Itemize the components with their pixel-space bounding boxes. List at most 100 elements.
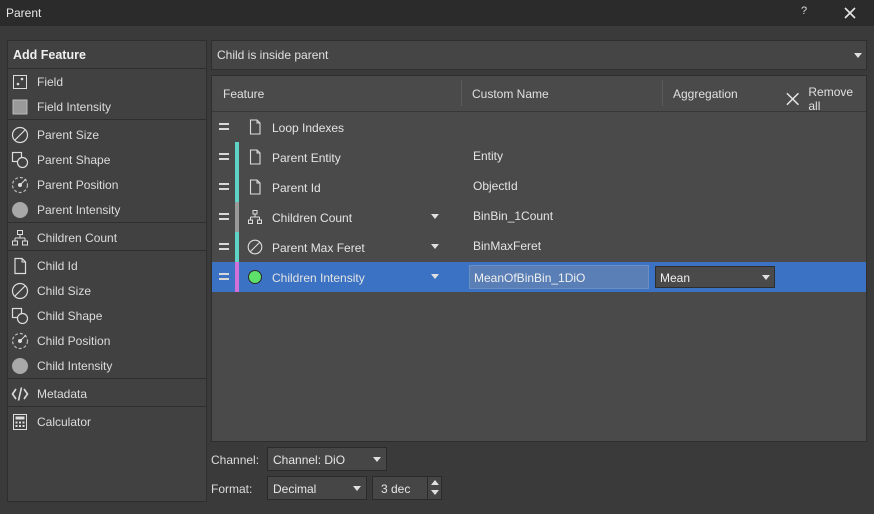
add-feature-field-intensity[interactable]: Field Intensity xyxy=(8,94,206,119)
add-feature-label: Parent Size xyxy=(37,127,100,142)
custom-name[interactable]: BinMaxFeret xyxy=(473,239,541,253)
add-feature-field[interactable]: Field xyxy=(8,69,206,94)
chevron-down-icon xyxy=(353,486,361,491)
add-feature-parent-intensity[interactable]: Parent Intensity xyxy=(8,197,206,222)
table-row-selected[interactable]: Children Intensity MeanOfBinBin_1DiO Mea… xyxy=(212,262,866,292)
spin-up-icon[interactable] xyxy=(431,480,439,485)
document-icon xyxy=(249,179,261,195)
document-icon xyxy=(249,119,261,135)
format-select[interactable]: Decimal xyxy=(267,476,367,500)
hierarchy-icon xyxy=(11,229,29,247)
color-bar xyxy=(235,172,239,202)
add-feature-child-id[interactable]: Child Id xyxy=(8,253,206,278)
custom-name[interactable]: BinBin_1Count xyxy=(473,209,553,223)
position-icon xyxy=(11,176,29,194)
custom-name[interactable]: ObjectId xyxy=(473,179,518,193)
drag-handle-icon[interactable] xyxy=(219,123,229,130)
intensity-icon xyxy=(248,270,262,284)
decimals-spinbox[interactable]: 3 dec xyxy=(372,476,442,500)
color-bar xyxy=(235,202,239,232)
spin-down-icon[interactable] xyxy=(431,490,439,495)
size-icon xyxy=(11,126,29,144)
size-icon xyxy=(247,239,263,255)
document-icon xyxy=(11,257,29,275)
calculator-icon xyxy=(11,413,29,431)
add-feature-label: Parent Position xyxy=(37,177,119,192)
add-feature-label: Parent Intensity xyxy=(37,202,121,217)
field-intensity-icon xyxy=(11,98,29,116)
drag-handle-icon[interactable] xyxy=(219,183,229,190)
add-feature-label: Child Position xyxy=(37,333,111,348)
add-feature-child-shape[interactable]: Child Shape xyxy=(8,303,206,328)
remove-all-button[interactable]: Remove all xyxy=(785,85,866,113)
add-feature-label: Field Intensity xyxy=(37,99,112,114)
color-bar xyxy=(235,142,239,172)
channel-select[interactable]: Channel: DiO xyxy=(267,447,387,471)
column-header-aggregation[interactable]: Aggregation xyxy=(673,87,738,101)
add-feature-panel: Add Feature Field Field Intensity Parent… xyxy=(7,40,207,502)
aggregation-value: Mean xyxy=(660,271,691,285)
drag-handle-icon[interactable] xyxy=(219,273,229,280)
add-feature-label: Field xyxy=(37,74,64,89)
add-feature-children-count[interactable]: Children Count xyxy=(8,225,206,250)
chevron-down-icon xyxy=(854,53,862,58)
chevron-down-icon[interactable] xyxy=(431,244,439,249)
hierarchy-icon xyxy=(248,210,262,224)
column-divider[interactable] xyxy=(461,80,462,106)
table-row[interactable]: Loop Indexes xyxy=(212,112,866,142)
custom-name[interactable]: Entity xyxy=(473,149,503,163)
add-feature-parent-position[interactable]: Parent Position xyxy=(8,172,206,197)
decimals-value: 3 dec xyxy=(381,482,411,496)
drag-handle-icon[interactable] xyxy=(219,153,229,160)
field-icon xyxy=(11,73,29,91)
add-feature-label: Child Id xyxy=(37,258,78,273)
add-feature-parent-shape[interactable]: Parent Shape xyxy=(8,147,206,172)
feature-name: Parent Max Feret xyxy=(272,241,365,255)
add-feature-child-position[interactable]: Child Position xyxy=(8,328,206,353)
relation-select-value: Child is inside parent xyxy=(217,48,329,62)
drag-handle-icon[interactable] xyxy=(219,213,229,220)
help-button[interactable]: ? xyxy=(797,5,811,17)
column-divider[interactable] xyxy=(662,80,663,106)
shape-icon xyxy=(11,307,29,325)
add-feature-metadata[interactable]: Metadata xyxy=(8,381,206,406)
shape-icon xyxy=(11,151,29,169)
table-row[interactable]: Parent Entity Entity xyxy=(212,142,866,172)
chevron-down-icon[interactable] xyxy=(431,214,439,219)
remove-all-label: Remove all xyxy=(808,85,854,113)
feature-name: Children Intensity xyxy=(272,271,365,285)
column-header-custom-name[interactable]: Custom Name xyxy=(472,87,549,101)
close-icon xyxy=(786,92,799,106)
table-row[interactable]: Parent Max Feret BinMaxFeret xyxy=(212,232,866,262)
add-feature-label: Child Size xyxy=(37,283,92,298)
chevron-down-icon xyxy=(373,457,381,462)
add-feature-calculator[interactable]: Calculator xyxy=(8,409,206,434)
code-icon xyxy=(11,385,29,403)
add-feature-label: Parent Shape xyxy=(37,152,111,167)
drag-handle-icon[interactable] xyxy=(219,243,229,250)
column-header-feature[interactable]: Feature xyxy=(223,87,264,101)
intensity-icon xyxy=(11,201,29,219)
add-feature-label: Child Intensity xyxy=(37,358,113,373)
document-icon xyxy=(249,149,261,165)
relation-select[interactable]: Child is inside parent xyxy=(211,40,867,70)
format-value: Decimal xyxy=(273,482,317,496)
feature-table: Feature Custom Name Aggregation Remove a… xyxy=(211,75,867,442)
spin-buttons xyxy=(427,477,441,499)
chevron-down-icon xyxy=(762,275,770,280)
window-title: Parent xyxy=(6,6,42,20)
add-feature-child-size[interactable]: Child Size xyxy=(8,278,206,303)
channel-label: Channel: xyxy=(211,453,260,467)
add-feature-label: Children Count xyxy=(37,230,118,245)
table-row[interactable]: Parent Id ObjectId xyxy=(212,172,866,202)
aggregation-select[interactable]: Mean xyxy=(655,266,775,288)
add-feature-label: Calculator xyxy=(37,414,92,429)
title-bar: Parent ? xyxy=(0,0,874,26)
close-icon[interactable] xyxy=(842,5,858,21)
color-bar xyxy=(235,262,239,292)
custom-name-input[interactable]: MeanOfBinBin_1DiO xyxy=(469,265,649,289)
add-feature-child-intensity[interactable]: Child Intensity xyxy=(8,353,206,378)
add-feature-parent-size[interactable]: Parent Size xyxy=(8,122,206,147)
table-row[interactable]: Children Count BinBin_1Count xyxy=(212,202,866,232)
chevron-down-icon[interactable] xyxy=(431,274,439,279)
